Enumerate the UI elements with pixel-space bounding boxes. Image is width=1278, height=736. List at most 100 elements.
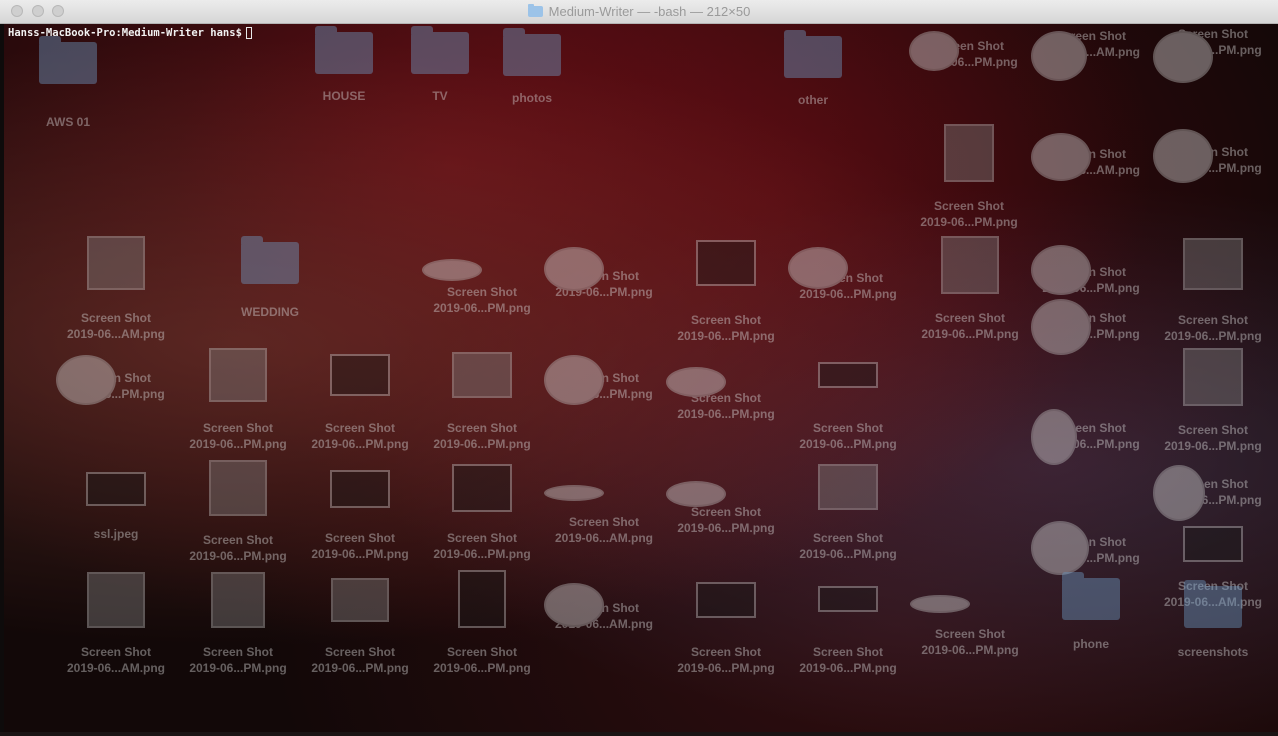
file-thumbnail xyxy=(910,595,970,613)
screenshot-file[interactable]: Screen Shot 2019-06...PM.png xyxy=(300,470,420,562)
screenshot-file[interactable]: Screen Shot 2019-06...AM.png xyxy=(544,480,664,546)
folder-item[interactable]: phone xyxy=(1031,572,1151,652)
screenshot-file[interactable]: Screen Shot 2019-06...PM.png xyxy=(422,254,542,316)
file-thumbnail xyxy=(452,464,512,512)
folder-name: WEDDING xyxy=(241,305,299,319)
screenshot-file[interactable]: Screen Shot 2019-06...AM.png xyxy=(56,236,176,342)
screenshot-file[interactable]: Screen Shot 2019-06...PM.png xyxy=(1153,124,1273,183)
folder-icon xyxy=(784,30,842,78)
window-bottom-edge xyxy=(0,732,1278,736)
folder-icon xyxy=(39,36,97,84)
screenshot-file[interactable]: Screen Shot 2019-06...PM.png xyxy=(178,572,298,676)
file-thumbnail xyxy=(1183,238,1243,290)
screenshot-file[interactable]: Screen Shot 2019-06...PM.png xyxy=(1153,460,1273,521)
screenshot-file[interactable]: Screen Shot 2019-06...PM.png xyxy=(788,242,908,302)
screenshot-file[interactable]: Screen Shot 2019-06...PM.png xyxy=(910,590,1030,658)
screenshot-file[interactable]: Screen Shot 2019-06...AM.png xyxy=(544,578,664,632)
screenshot-file[interactable]: Screen Shot 2019-06...PM.png xyxy=(1153,348,1273,454)
screenshot-file[interactable]: Screen Shot 2019-06...PM.png xyxy=(178,460,298,564)
screenshot-file[interactable]: Screen Shot 2019-06...AM.png xyxy=(56,572,176,676)
file-thumbnail xyxy=(544,355,604,405)
file-thumbnail xyxy=(458,570,506,628)
file-thumbnail xyxy=(944,124,994,182)
file-thumbnail xyxy=(818,586,878,612)
screenshot-file[interactable]: Screen Shot 2019-06...AM.png xyxy=(1031,128,1151,181)
file-thumbnail xyxy=(422,259,482,281)
folder-item[interactable]: AWS 01 xyxy=(8,36,128,130)
file-thumbnail xyxy=(1031,521,1089,575)
file-thumbnail xyxy=(86,472,146,506)
screenshot-file[interactable]: Screen Shot 2019-06...PM.png xyxy=(1153,238,1273,344)
folder-name: photos xyxy=(512,91,552,105)
screenshot-file[interactable]: Screen Shot 2019-06...PM.png xyxy=(300,354,420,452)
window-title-text: Medium-Writer — -bash — 212×50 xyxy=(548,4,751,19)
screenshot-file[interactable]: Screen Shot 2019-06...PM.png xyxy=(56,350,176,405)
screenshot-file[interactable]: Screen Shot 2019-06...PM.png xyxy=(1153,26,1273,83)
file-thumbnail xyxy=(696,240,756,286)
file-thumbnail xyxy=(1183,348,1243,406)
screenshot-file[interactable]: Screen Shot 2019-06...PM.png xyxy=(1031,240,1151,296)
folder-icon xyxy=(1062,572,1120,620)
folder-icon xyxy=(241,236,299,284)
file-thumbnail xyxy=(818,362,878,388)
screenshot-file[interactable]: Screen Shot 2019-06...PM.png xyxy=(788,362,908,452)
screenshot-file[interactable]: Screen Shot 2019-06...PM.png xyxy=(1031,294,1151,355)
screenshot-file[interactable]: Screen Shot 2019-06...PM.png xyxy=(666,582,786,676)
screenshot-file[interactable]: Screen Shot 2019-06...PM.png xyxy=(422,570,542,676)
screenshot-file[interactable]: Screen Shot 2019-06...PM.png xyxy=(910,236,1030,342)
screenshot-file[interactable]: Screen Shot 2019-06...AM.png xyxy=(1031,26,1151,81)
folder-icon xyxy=(503,28,561,76)
screenshot-file[interactable]: Screen Shot 2019-06...PM.png xyxy=(544,242,664,300)
file-thumbnail xyxy=(1153,465,1205,521)
screenshot-file[interactable]: Screen Shot 2019-06...PM.png xyxy=(666,362,786,422)
folder-item[interactable]: photos xyxy=(472,28,592,106)
file-thumbnail xyxy=(1031,133,1091,181)
file-thumbnail xyxy=(696,582,756,618)
screenshot-file[interactable]: Screen Shot 2019-06...PM.png xyxy=(178,348,298,452)
window-titlebar: Medium-Writer — -bash — 212×50 xyxy=(0,0,1278,24)
screenshot-file[interactable]: Screen Shot 2019-06...PM.png xyxy=(422,464,542,562)
folder-item[interactable]: WEDDING xyxy=(210,236,330,320)
file-thumbnail xyxy=(666,367,726,397)
screenshot-file[interactable]: Screen Shot 2019-06...PM.png xyxy=(788,586,908,676)
file-thumbnail xyxy=(1031,245,1091,295)
file-thumbnail xyxy=(1183,526,1243,562)
file-thumbnail xyxy=(1031,409,1077,465)
terminal-prompt-line: Hanss-MacBook-Pro:Medium-Writer hans$ xyxy=(8,27,252,39)
screenshot-file[interactable]: Screen Shot 2019-06...PM.png xyxy=(788,464,908,562)
screenshot-file[interactable]: Screen Shot 2019-06...PM.png xyxy=(544,350,664,405)
screenshot-file[interactable]: Screen Shot 2019-06...PM.png xyxy=(909,26,1029,71)
terminal-content[interactable]: Hanss-MacBook-Pro:Medium-Writer hans$ AW… xyxy=(4,24,1278,732)
screenshot-file[interactable]: ssl.jpeg xyxy=(56,472,176,542)
file-thumbnail xyxy=(909,31,959,71)
folder-icon xyxy=(315,26,373,74)
folder-icon xyxy=(411,26,469,74)
file-thumbnail xyxy=(666,481,726,507)
screenshot-file[interactable]: Screen Shot 2019-06...PM.png xyxy=(666,476,786,536)
folder-item[interactable]: other xyxy=(753,30,873,108)
screenshot-file[interactable]: Screen Shot 2019-06...PM.png xyxy=(300,578,420,676)
screenshot-file[interactable]: Screen Shot 2019-06...PM.png xyxy=(909,124,1029,230)
file-thumbnail xyxy=(452,352,512,398)
folder-name: other xyxy=(798,93,828,107)
file-thumbnail xyxy=(544,247,604,291)
file-thumbnail xyxy=(330,354,390,396)
screenshot-file[interactable]: Screen Shot 2019-06...PM.png xyxy=(1031,516,1151,575)
screenshot-file[interactable]: Screen Shot 2019-06...PM.png xyxy=(422,352,542,452)
file-thumbnail xyxy=(544,583,604,627)
file-thumbnail xyxy=(1153,129,1213,183)
file-thumbnail xyxy=(788,247,848,289)
file-thumbnail xyxy=(544,485,604,501)
folder-item[interactable]: screenshots xyxy=(1153,580,1273,660)
screenshot-file[interactable]: Screen Shot 2019-06...PM.png xyxy=(666,240,786,344)
file-thumbnail xyxy=(87,572,145,628)
file-thumbnail xyxy=(56,355,116,405)
file-thumbnail xyxy=(331,578,389,622)
folder-name: screenshots xyxy=(1177,645,1249,659)
file-thumbnail xyxy=(330,470,390,508)
screenshot-file[interactable]: Screen Shot 2019-06...PM.png xyxy=(1031,404,1151,465)
text-cursor xyxy=(245,27,252,39)
folder-icon xyxy=(1184,580,1242,628)
file-thumbnail xyxy=(211,572,265,628)
folder-icon xyxy=(527,4,543,17)
